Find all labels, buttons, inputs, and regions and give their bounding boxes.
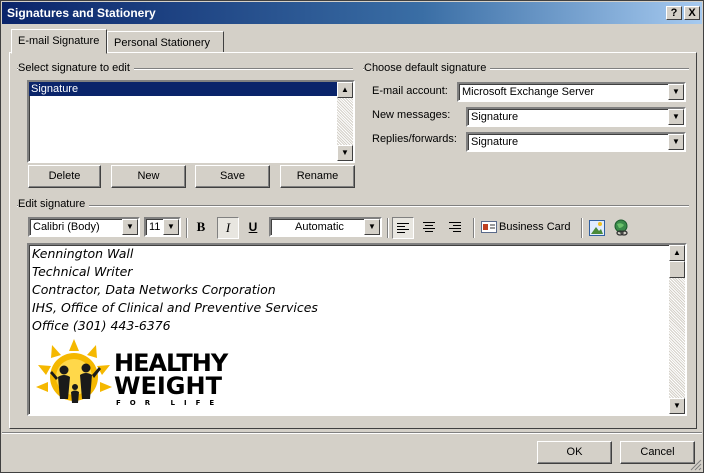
align-left-icon [397,223,409,233]
business-card-icon [481,221,497,234]
font-color-value: Automatic [295,221,344,233]
bold-button[interactable]: B [191,217,211,239]
edit-signature-label: Edit signature [18,198,90,210]
email-account-label: E-mail account: [372,85,448,97]
default-signature-label: Choose default signature [364,62,491,74]
business-card-button[interactable]: Business Card [481,217,575,239]
scroll-down-icon[interactable]: ▼ [669,398,685,414]
title-bar[interactable]: Signatures and Stationery ? X [2,2,702,24]
logo-weight: WEIGHT [114,372,222,400]
scroll-down-icon[interactable]: ▼ [337,145,353,161]
align-center-icon [423,222,435,232]
chevron-down-icon[interactable]: ▼ [364,219,380,235]
chevron-down-icon[interactable]: ▼ [122,219,138,235]
signatures-dialog: Signatures and Stationery ? X E-mail Sig… [0,0,704,473]
email-account-value: Microsoft Exchange Server [462,86,595,98]
align-right-icon [449,222,461,232]
signature-text[interactable]: Kennington Wall Technical Writer Contrac… [32,245,318,335]
healthy-weight-logo: HEALTHY WEIGHT FOR LIFE [34,337,234,414]
delete-button[interactable]: Delete [28,165,101,188]
toolbar-separator [186,218,188,238]
font-name-value: Calibri (Body) [33,221,100,233]
close-button[interactable]: X [684,6,700,20]
align-right-button[interactable] [444,217,466,239]
new-messages-value: Signature [471,111,519,123]
new-messages-select[interactable]: Signature ▼ [466,107,686,127]
picture-icon [589,220,605,236]
toolbar-separator [581,218,583,238]
font-size-value: 11 [149,221,161,233]
scroll-up-icon[interactable]: ▲ [337,82,353,98]
tab-email-signature-label: E-mail Signature [18,35,100,47]
new-button[interactable]: New [111,165,186,188]
list-scrollbar[interactable]: ▲ ▼ [337,82,353,161]
list-item[interactable]: Signature [29,82,337,96]
email-account-select[interactable]: Microsoft Exchange Server ▼ [457,82,686,102]
toolbar-separator [473,218,475,238]
new-messages-label: New messages: [372,109,451,121]
replies-forwards-value: Signature [471,136,519,148]
tab-personal-stationery[interactable]: Personal Stationery [107,31,224,53]
group-divider [17,205,689,207]
chevron-down-icon[interactable]: ▼ [668,109,684,125]
business-card-label: Business Card [499,221,571,233]
select-signature-label: Select signature to edit [18,62,134,74]
chevron-down-icon[interactable]: ▼ [163,219,179,235]
window-title: Signatures and Stationery [7,6,156,20]
replies-forwards-select[interactable]: Signature ▼ [466,132,686,152]
scroll-thumb[interactable] [669,261,685,278]
chevron-down-icon[interactable]: ▼ [668,84,684,100]
replies-forwards-label: Replies/forwards: [372,133,457,145]
resize-grip-icon[interactable] [690,459,702,471]
logo-for-life: FOR LIFE [116,399,224,407]
chevron-down-icon[interactable]: ▼ [668,134,684,150]
save-button[interactable]: Save [195,165,270,188]
toolbar-separator [387,218,389,238]
tab-personal-stationery-label: Personal Stationery [114,37,210,49]
signature-line: Kennington Wall [32,246,134,261]
align-center-button[interactable] [418,217,440,239]
font-size-select[interactable]: 11 ▼ [144,217,181,237]
help-button[interactable]: ? [666,6,682,20]
scroll-up-icon[interactable]: ▲ [669,245,685,261]
underline-button[interactable]: U [243,217,263,239]
hyperlink-globe-icon [614,219,628,236]
tab-email-signature[interactable]: E-mail Signature [11,29,107,54]
signature-line: Contractor, Data Networks Corporation [32,282,276,297]
signature-editor[interactable]: Kennington Wall Technical Writer Contrac… [27,243,687,416]
rename-button[interactable]: Rename [280,165,355,188]
insert-picture-button[interactable] [587,217,607,239]
signature-line: Office (301) 443-6376 [32,318,171,333]
italic-button[interactable]: I [217,217,239,239]
font-name-select[interactable]: Calibri (Body) ▼ [28,217,140,237]
footer-divider [2,432,702,434]
align-left-button[interactable] [392,217,414,239]
signature-line: Technical Writer [32,264,133,279]
sun-family-icon [36,339,112,403]
font-color-select[interactable]: Automatic ▼ [269,217,382,237]
editor-scrollbar[interactable]: ▲ ▼ [669,245,685,414]
signature-list[interactable]: Signature ▲ ▼ [27,80,355,163]
signature-line: IHS, Office of Clinical and Preventive S… [32,300,318,315]
insert-hyperlink-button[interactable] [611,217,631,239]
ok-button[interactable]: OK [537,441,612,464]
cancel-button[interactable]: Cancel [620,441,695,464]
